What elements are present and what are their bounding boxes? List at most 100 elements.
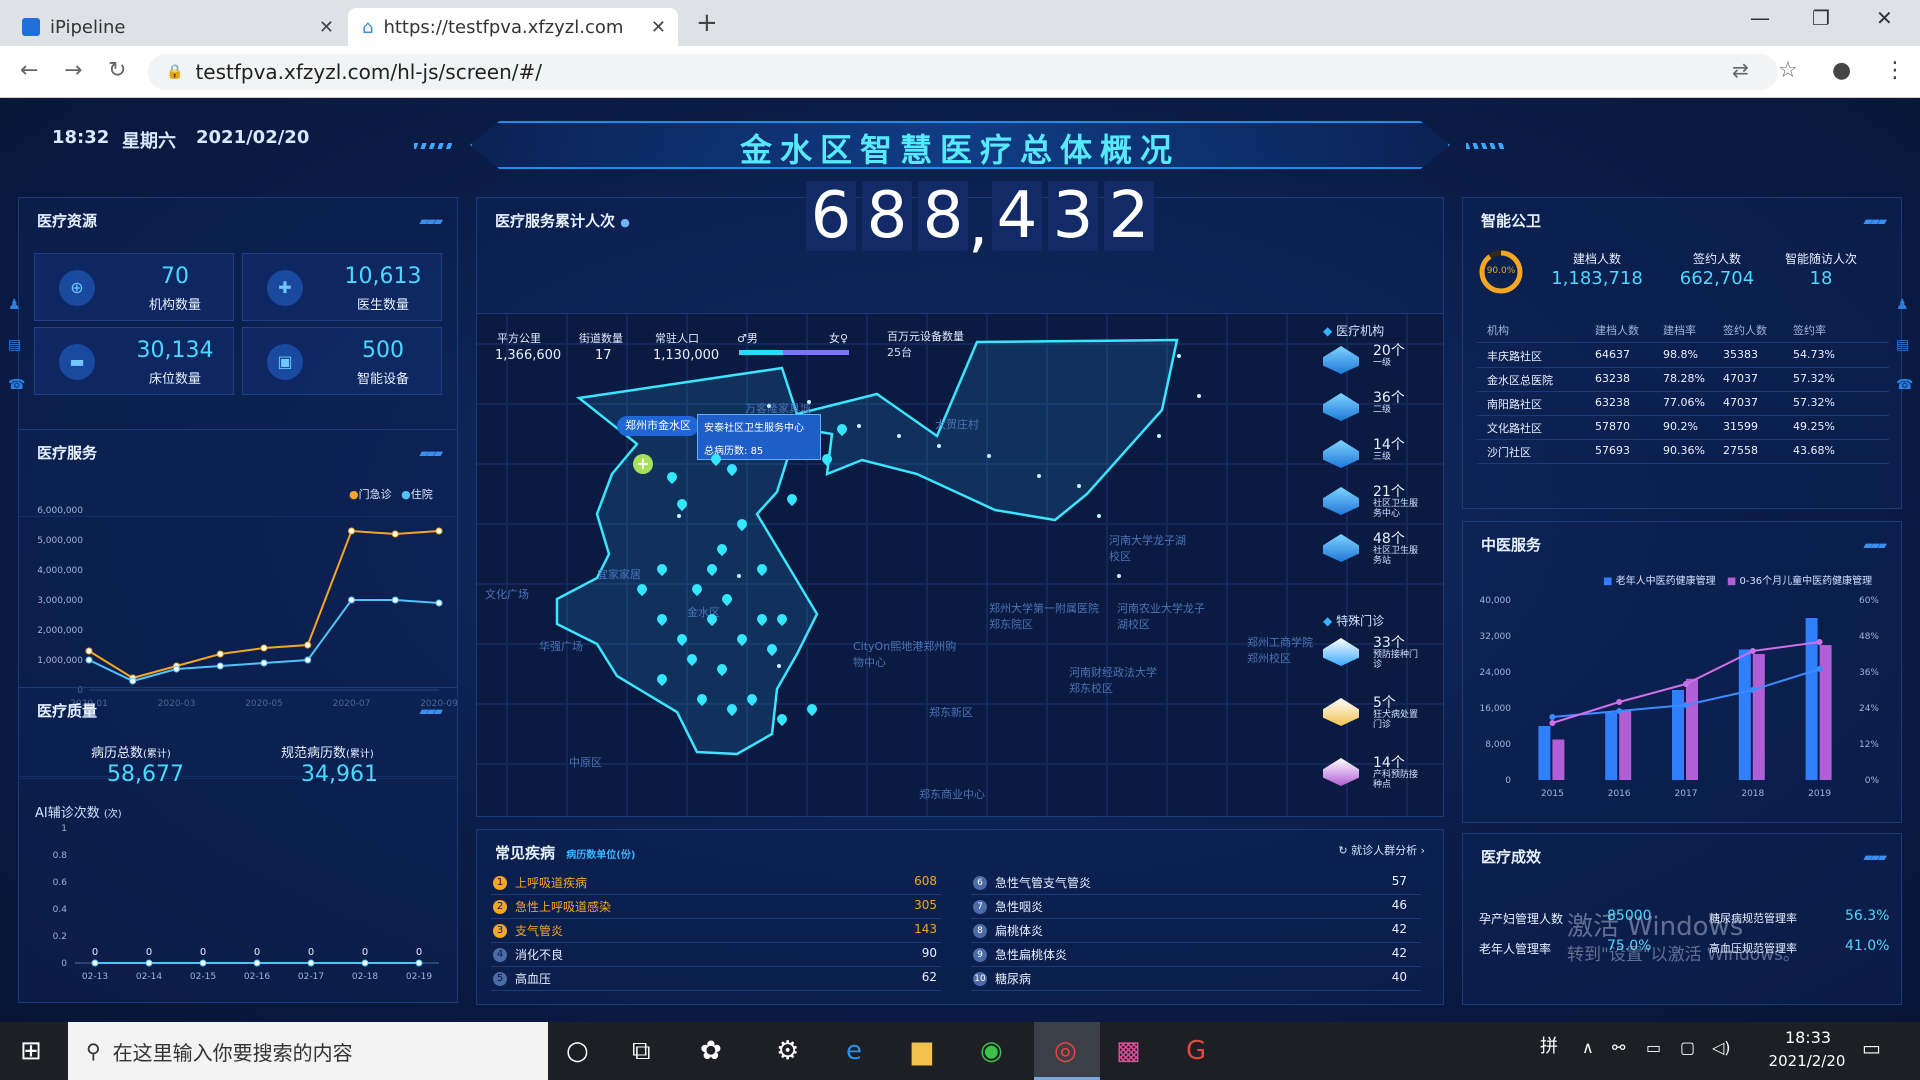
- notification-icon[interactable]: ▭: [1862, 1036, 1881, 1060]
- panel-title: 中医服务: [1481, 536, 1542, 554]
- app-icon[interactable]: ✿: [700, 1036, 722, 1066]
- effect-label: 老年人管理率: [1479, 942, 1552, 956]
- map-dot: [777, 664, 781, 668]
- tab-title: https://testfpva.xfzyzl.com/hl-j: [383, 16, 624, 38]
- tray-chevron-icon[interactable]: ∧: [1582, 1038, 1594, 1057]
- back-icon[interactable]: ←: [20, 58, 38, 83]
- tab-title: iPipeline: [50, 16, 126, 38]
- folder-icon[interactable]: ▆: [912, 1036, 932, 1066]
- cortana-icon[interactable]: ○: [566, 1036, 589, 1066]
- chrome-taskbar-active[interactable]: ◎: [1034, 1022, 1100, 1080]
- ime-indicator[interactable]: 拼: [1540, 1032, 1558, 1058]
- tab-ipipeline[interactable]: iPipeline ✕: [8, 8, 346, 46]
- close-tab-icon[interactable]: ✕: [651, 17, 666, 38]
- data-point: [391, 530, 399, 538]
- stat-beds: ▬ 30,134 床位数量: [34, 327, 234, 395]
- volume-icon[interactable]: ◁): [1712, 1038, 1731, 1057]
- map-stat-label: 常驻人口: [655, 332, 699, 345]
- clock-time[interactable]: 18:33: [1768, 1028, 1848, 1047]
- edge-icon[interactable]: e: [846, 1036, 862, 1066]
- close-window-icon[interactable]: ✕: [1876, 6, 1893, 30]
- translate-icon[interactable]: ⇄: [1732, 58, 1749, 82]
- table-cell: 78.28%: [1663, 372, 1705, 385]
- popup-name: 安泰社区卫生服务中心: [704, 423, 804, 434]
- monitor-icon[interactable]: ▢: [1680, 1038, 1695, 1057]
- selected-clinic-icon[interactable]: +: [633, 454, 653, 474]
- data-label: 0: [200, 947, 206, 958]
- disease-value: 40: [1391, 970, 1407, 984]
- taskbar-search[interactable]: ⚲ 在这里输入你要搜索的内容: [68, 1022, 548, 1080]
- map-panel[interactable]: 平方公里 1,366,600 街道数量 17 常驻人口 1,130,000 ♂男…: [476, 313, 1444, 817]
- gongwei-panel: 智能公卫 ▰▰▰ 90.0% 建档人数 1,183,718 签约人数 662,704 智…: [1462, 197, 1902, 509]
- reload-icon[interactable]: ↻: [108, 58, 126, 83]
- y-tick-label: 0: [61, 959, 67, 969]
- bar: [1738, 649, 1751, 780]
- data-point: [199, 959, 207, 967]
- map-region-tag: 郑州市金水区: [617, 416, 699, 436]
- battery-icon[interactable]: ▭: [1646, 1038, 1661, 1057]
- counter-digit: 6: [806, 181, 856, 251]
- map-dot: [987, 454, 991, 458]
- menu-icon[interactable]: ⋮: [1884, 58, 1906, 83]
- forward-icon[interactable]: →: [64, 58, 82, 83]
- series-line: [88, 599, 440, 683]
- app-red-icon[interactable]: G: [1186, 1036, 1206, 1066]
- data-point: [85, 656, 93, 664]
- counter-digit: 4: [992, 181, 1042, 251]
- star-icon[interactable]: ☆: [1778, 58, 1798, 83]
- inst-count: 21个: [1373, 484, 1405, 500]
- url-field[interactable]: 🔒 testfpva.xfzyzl.com/hl-js/screen/#/: [148, 54, 1778, 90]
- data-point: [435, 527, 443, 535]
- equip-value: 25台: [887, 346, 912, 359]
- data-label: 0: [146, 947, 152, 958]
- popup-count: 总病历数: 85: [704, 446, 764, 457]
- table-cell: 27558: [1723, 444, 1758, 457]
- record-std-value: 34,961: [301, 762, 378, 787]
- profile-icon[interactable]: ●: [1832, 58, 1851, 83]
- close-tab-icon[interactable]: ✕: [319, 17, 334, 38]
- table-cell: 98.8%: [1663, 348, 1698, 361]
- map-place-label: 郑州工商学院郑州校区: [1247, 636, 1313, 665]
- disease-name: 支气管炎: [515, 924, 564, 938]
- data-point: [216, 662, 224, 670]
- stat-value: 30,134: [136, 338, 214, 363]
- tab-screen[interactable]: ⌂ https://testfpva.xfzyzl.com/hl-j ✕: [348, 8, 678, 46]
- maximize-icon[interactable]: ❐: [1812, 6, 1830, 30]
- y-tick-label: 32,000: [1480, 632, 1512, 642]
- x-tick-label: 2018: [1741, 789, 1764, 799]
- stat-value: 500: [362, 338, 404, 363]
- panel-title: 医疗服务: [37, 444, 98, 462]
- browser-tab-bar: iPipeline ✕ ⌂ https://testfpva.xfzyzl.co…: [0, 0, 1920, 46]
- crowd-analysis-link[interactable]: ↻ 就诊人群分析 ›: [1338, 842, 1425, 858]
- rank-badge: 4: [493, 948, 507, 962]
- stat-label: 机构数量: [148, 298, 201, 313]
- network-icon[interactable]: ⚯: [1612, 1038, 1625, 1057]
- inst-label: 三级: [1373, 452, 1392, 462]
- map-dot: [807, 400, 811, 404]
- wechat-icon[interactable]: ◉: [980, 1036, 1003, 1066]
- effect-label: 孕产妇管理人数: [1479, 912, 1564, 926]
- new-tab-button[interactable]: +: [696, 8, 718, 38]
- clock-date[interactable]: 2021/2/20: [1752, 1052, 1862, 1070]
- table-cell: 金水区总医院: [1487, 374, 1553, 387]
- counter-digit: 8: [918, 181, 968, 251]
- map-place-label: 文化广场: [485, 588, 529, 601]
- task-view-icon[interactable]: ⧉: [632, 1036, 651, 1067]
- intellij-icon[interactable]: ▩: [1116, 1036, 1141, 1066]
- stripe-icon: ▰▰▰: [1863, 214, 1887, 228]
- map-dot: [1177, 354, 1181, 358]
- minimize-icon[interactable]: —: [1750, 6, 1770, 30]
- settings-gear-icon[interactable]: ⚙: [776, 1036, 799, 1066]
- y2-tick-label: 48%: [1859, 632, 1879, 642]
- table-cell: 90.36%: [1663, 444, 1705, 457]
- url-text: testfpva.xfzyzl.com/hl-js/screen/#/: [195, 60, 542, 84]
- x-tick-label: 2015: [1541, 789, 1564, 799]
- trend-point: [1683, 702, 1689, 708]
- data-point: [91, 959, 99, 967]
- y2-tick-label: 0%: [1865, 776, 1880, 786]
- map-place-label: CityOn熙地港郑州购物中心: [853, 640, 957, 669]
- total-label: 医疗服务累计人次 ●: [495, 212, 630, 230]
- x-tick-label: 02-14: [136, 972, 162, 982]
- windows-start-icon[interactable]: ⊞: [20, 1036, 42, 1066]
- rank-badge: 5: [493, 972, 507, 986]
